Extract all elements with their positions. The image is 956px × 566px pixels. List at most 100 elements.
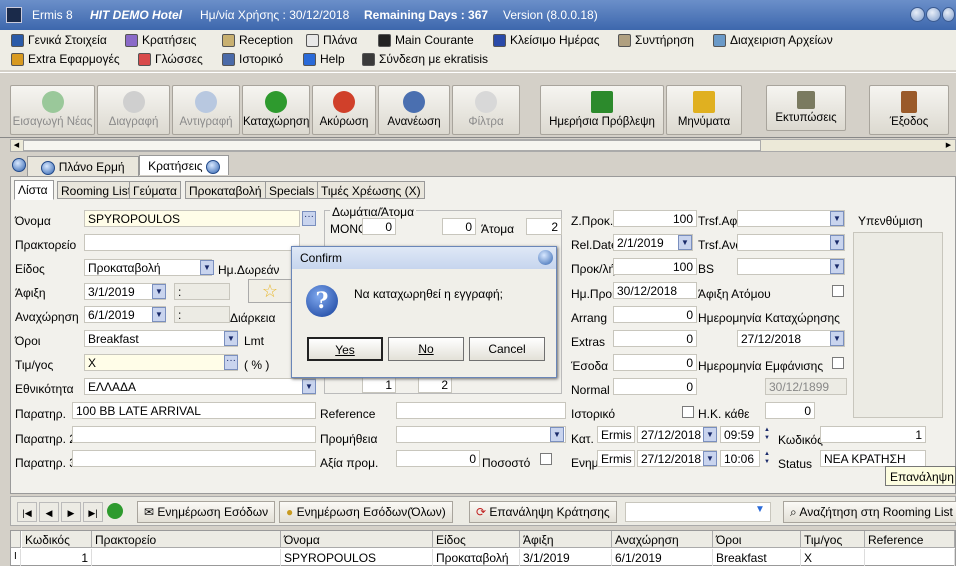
person-arrival-checkbox[interactable]: [832, 285, 844, 297]
grid-header-code[interactable]: Κωδικός: [22, 531, 92, 548]
pricelist-lookup-button[interactable]: ···: [224, 355, 238, 370]
chevron-down-icon[interactable]: ▼: [224, 331, 238, 346]
menu-general[interactable]: Γενικά Στοιχεία: [11, 31, 107, 49]
reference-field[interactable]: [396, 402, 566, 419]
departure-time-field[interactable]: :: [174, 306, 230, 323]
refresh-records-icon[interactable]: [107, 503, 123, 519]
exit-button[interactable]: Έξοδος: [869, 85, 949, 135]
tab-reservations[interactable]: Κρατήσεις: [139, 155, 229, 175]
prev-record-button[interactable]: ◀: [39, 502, 59, 522]
new-button[interactable]: Εισαγωγή Νέας: [10, 85, 95, 135]
chevron-down-icon[interactable]: ▼: [830, 211, 844, 226]
dropdown-arrow-icon[interactable]: ▼: [753, 504, 767, 518]
menu-day-close[interactable]: Κλείσιμο Ημέρας: [493, 31, 600, 49]
repeat-reservation-button[interactable]: ⟳ Επανάληψη Κράτησης: [469, 501, 617, 523]
close-button[interactable]: [942, 7, 955, 22]
commission-select[interactable]: [396, 426, 566, 443]
menu-history[interactable]: Ιστορικό: [222, 50, 283, 68]
filter-button[interactable]: Φίλτρα: [452, 85, 520, 135]
toolbar-scrollbar[interactable]: ◀ ▶: [10, 139, 956, 152]
persons-field[interactable]: 2: [526, 218, 562, 235]
menu-file-management[interactable]: Διαχειριση Αρχείων: [713, 31, 833, 49]
mono-field[interactable]: 0: [362, 218, 396, 235]
status-field[interactable]: ΝΕΑ ΚΡΑΤΗΣΗ: [820, 450, 926, 467]
subtab-specials[interactable]: Specials: [265, 181, 319, 199]
extras-field[interactable]: 0: [613, 330, 697, 347]
reminder-box[interactable]: [853, 232, 943, 418]
name-lookup-button[interactable]: ···: [302, 211, 316, 226]
nationality-select[interactable]: ΕΛΛΑΔΑ: [84, 378, 316, 395]
commission-value-field[interactable]: 0: [396, 450, 480, 467]
calendar-dropdown-icon[interactable]: ▼: [830, 331, 844, 346]
room-row-field[interactable]: 1: [362, 376, 396, 393]
scroll-left-arrow[interactable]: ◀: [11, 140, 22, 151]
chevron-down-icon[interactable]: ▼: [830, 259, 844, 274]
income-field[interactable]: 0: [613, 354, 697, 371]
search-rooming-button[interactable]: ⌕ Αναζήτηση στη Rooming List: [783, 501, 956, 523]
agency-field[interactable]: [84, 234, 300, 251]
menu-plans[interactable]: Πλάνα: [306, 31, 357, 49]
bs-select[interactable]: [737, 258, 845, 275]
grid-header-agency[interactable]: Πρακτορείο: [92, 531, 281, 548]
grid-header-reference[interactable]: Reference: [865, 531, 955, 548]
prints-button[interactable]: Εκτυπώσεις: [766, 85, 846, 131]
history-checkbox[interactable]: [682, 406, 694, 418]
display-date-checkbox[interactable]: [832, 357, 844, 369]
first-record-button[interactable]: |◀: [17, 502, 37, 522]
time-spinner-icon[interactable]: ▲ ▼: [761, 426, 773, 443]
dialog-close-icon[interactable]: [538, 250, 553, 265]
mono-field-2[interactable]: 0: [442, 218, 476, 235]
grid-header-pricelist[interactable]: Τιμ/γος: [801, 531, 865, 548]
hk-field[interactable]: 0: [765, 402, 815, 419]
menu-languages[interactable]: Γλώσσες: [138, 50, 203, 68]
created-time[interactable]: 09:59: [720, 426, 760, 443]
notes3-field[interactable]: [72, 450, 316, 467]
cancel-button[interactable]: Ακύρωση: [312, 85, 376, 135]
normal-field[interactable]: 0: [613, 378, 697, 395]
code-field[interactable]: 1: [820, 426, 926, 443]
trsf-arrival-select[interactable]: [737, 210, 845, 227]
star-icon[interactable]: ☆: [248, 279, 292, 303]
menu-help[interactable]: Help: [303, 50, 345, 68]
dialog-cancel-button[interactable]: Cancel: [469, 337, 545, 361]
calendar-dropdown-icon[interactable]: ▼: [703, 451, 717, 466]
refresh-button[interactable]: Ανανέωση: [378, 85, 450, 135]
next-record-button[interactable]: ▶: [61, 502, 81, 522]
subtab-rooming-list[interactable]: Rooming List: [57, 181, 136, 199]
calendar-dropdown-icon[interactable]: ▼: [703, 427, 717, 442]
maximize-button[interactable]: [926, 7, 941, 22]
grid-header-type[interactable]: Είδος: [433, 531, 520, 548]
notes-field[interactable]: 100 BB LATE ARRIVAL: [72, 402, 316, 419]
update-income-button[interactable]: ✉ Ενημέρωση Εσόδων: [137, 501, 276, 523]
calendar-dropdown-icon[interactable]: ▼: [152, 284, 166, 299]
notes2-field[interactable]: [72, 426, 316, 443]
subtab-deposit[interactable]: Προκαταβολή: [185, 181, 266, 199]
grid-header-arrival[interactable]: Άφιξη: [520, 531, 612, 548]
pricelist-field[interactable]: X: [84, 354, 238, 371]
calendar-dropdown-icon[interactable]: ▼: [152, 307, 166, 322]
menu-maintenance[interactable]: Συντήρηση: [618, 31, 694, 49]
name-field[interactable]: SPYROPOULOS: [84, 210, 300, 227]
forecast-button[interactable]: Ημερήσια Πρόβλεψη: [540, 85, 664, 135]
subtab-meals[interactable]: Γεύματα: [129, 181, 181, 199]
scroll-thumb[interactable]: [23, 140, 761, 151]
save-button[interactable]: Καταχώρηση: [242, 85, 310, 135]
grid-header-departure[interactable]: Αναχώρηση: [612, 531, 713, 548]
minimize-button[interactable]: [910, 7, 925, 22]
display-date-field[interactable]: 30/12/1899: [765, 378, 847, 395]
room-row-field-2[interactable]: 2: [418, 376, 452, 393]
menu-reception[interactable]: Reception: [222, 31, 293, 49]
menu-extra-apps[interactable]: Extra Εφαρμογές: [11, 50, 120, 68]
subtab-charge-rates[interactable]: Τιμές Χρέωσης (X): [317, 181, 425, 199]
delete-button[interactable]: Διαγραφή: [97, 85, 170, 135]
prokl-field[interactable]: 100: [613, 258, 697, 275]
copy-button[interactable]: Αντιγραφή: [172, 85, 240, 135]
reg-date-field[interactable]: 27/12/2018: [737, 330, 845, 347]
search-dropdown[interactable]: [625, 502, 771, 522]
chevron-down-icon[interactable]: ▼: [830, 235, 844, 250]
yes-button[interactable]: Yes: [307, 337, 383, 361]
trsf-departure-select[interactable]: [737, 234, 845, 251]
chevron-down-icon[interactable]: ▼: [550, 427, 564, 442]
scroll-right-arrow[interactable]: ▶: [943, 140, 954, 151]
percent-checkbox[interactable]: [540, 453, 552, 465]
